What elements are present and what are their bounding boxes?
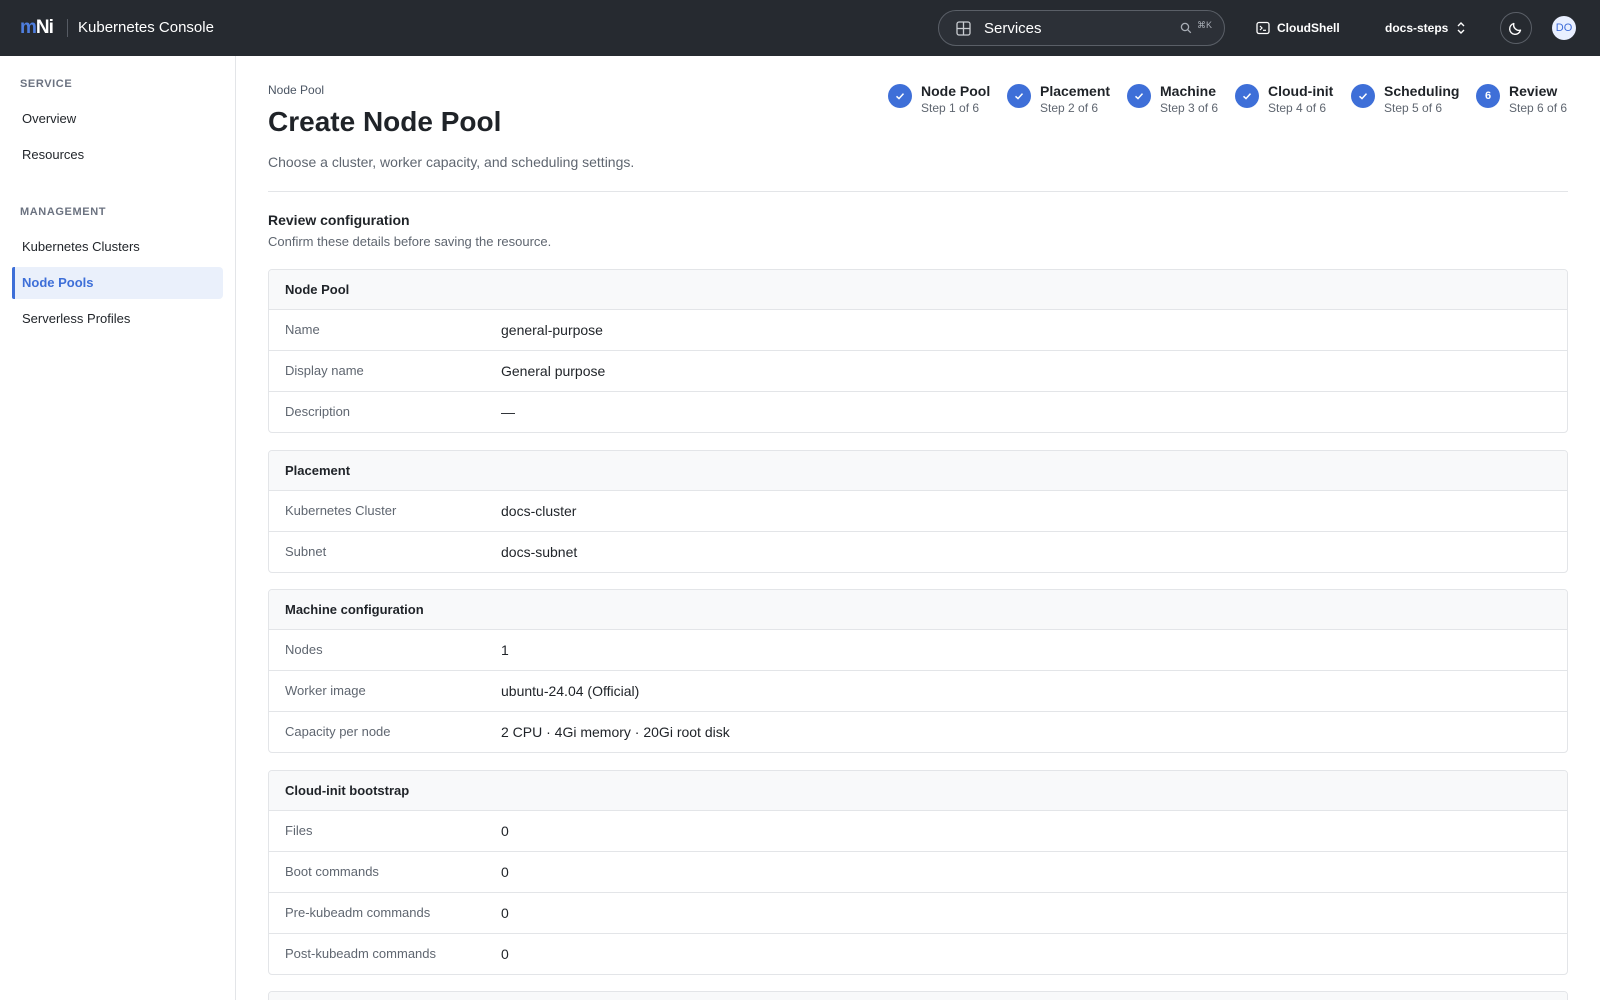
step-label: Placement: [1040, 83, 1111, 99]
wizard-stepper: Node Pool Step 1 of 6 Placement Step 2 o…: [236, 82, 1600, 118]
step-label: Machine: [1160, 83, 1217, 99]
row-value: 2 CPU · 4Gi memory · 20Gi root disk: [501, 724, 730, 740]
sidebar-item-serverless-profiles[interactable]: Serverless Profiles: [12, 303, 223, 335]
sidebar-item-kubernetes-clusters[interactable]: Kubernetes Clusters: [12, 231, 223, 263]
check-icon: [1127, 84, 1151, 108]
service-search[interactable]: Services ⌘K: [938, 10, 1225, 46]
step-sub: Step 5 of 6: [1384, 101, 1443, 115]
cloudshell-label: CloudShell: [1277, 21, 1340, 35]
review-title: Review configuration: [268, 212, 410, 228]
row-value: —: [501, 404, 515, 420]
step-label: Node Pool: [921, 83, 991, 99]
row-label: Kubernetes Cluster: [285, 503, 397, 518]
review-row: Nodes 1: [269, 630, 1567, 671]
review-subtitle: Confirm these details before saving the …: [268, 234, 552, 249]
step-number-badge: 6: [1476, 84, 1500, 108]
review-row: Display name General purpose: [269, 351, 1567, 392]
row-value: 0: [501, 946, 509, 962]
row-label: Post-kubeadm commands: [285, 946, 437, 961]
card-title: Node Pool: [269, 270, 1567, 310]
grid-icon: [956, 21, 971, 36]
brand-logo[interactable]: m Ni: [20, 17, 54, 39]
row-value: General purpose: [501, 363, 606, 379]
moon-icon: [1508, 22, 1522, 36]
review-card-placement: Placement Kubernetes Cluster docs-cluste…: [268, 450, 1568, 573]
sidebar-item-overview[interactable]: Overview: [12, 103, 223, 135]
row-value: 1: [501, 642, 509, 658]
row-label: Files: [285, 823, 313, 838]
review-row: Worker image ubuntu-24.04 (Official): [269, 671, 1567, 712]
review-row: Files 0: [269, 811, 1567, 852]
cloudshell-button[interactable]: CloudShell: [1256, 18, 1340, 38]
row-value: docs-subnet: [501, 544, 578, 560]
logo-n: Ni: [35, 17, 54, 38]
step-sub: Step 6 of 6: [1509, 101, 1568, 115]
row-value: ubuntu-24.04 (Official): [501, 683, 640, 699]
review-row: Boot commands 0: [269, 852, 1567, 893]
search-icon: [1180, 22, 1192, 34]
step-sub: Step 4 of 6: [1268, 101, 1327, 115]
header-divider: [268, 191, 1568, 192]
row-label: Pre-kubeadm commands: [285, 905, 431, 920]
step-label: Review: [1509, 83, 1558, 99]
sidebar-item-node-pools[interactable]: Node Pools: [12, 267, 223, 299]
review-row: Post-kubeadm commands 0: [269, 934, 1567, 974]
project-selector[interactable]: docs-steps: [1385, 18, 1466, 38]
row-label: Display name: [285, 363, 364, 378]
row-label: Boot commands: [285, 864, 379, 879]
card-title: Cloud-init bootstrap: [269, 771, 1567, 811]
review-row: Capacity per node 2 CPU · 4Gi memory · 2…: [269, 712, 1567, 752]
step-sub: Step 3 of 6: [1160, 101, 1219, 115]
theme-toggle-button[interactable]: [1500, 12, 1532, 44]
app-title[interactable]: Kubernetes Console: [78, 18, 214, 38]
project-label: docs-steps: [1385, 21, 1449, 35]
row-value: 0: [501, 864, 509, 880]
row-label: Description: [285, 404, 351, 419]
card-title: Machine configuration: [269, 590, 1567, 630]
sidebar-heading-service: SERVICE: [20, 78, 73, 90]
row-value: docs-cluster: [501, 503, 577, 519]
row-label: Subnet: [285, 544, 327, 559]
check-icon: [1007, 84, 1031, 108]
avatar[interactable]: DO: [1552, 16, 1576, 40]
review-card-node-pool: Node Pool Name general-purpose Display n…: [268, 269, 1568, 433]
sidebar-heading-management: MANAGEMENT: [20, 206, 107, 218]
row-value: general-purpose: [501, 322, 603, 338]
review-row: Subnet docs-subnet: [269, 532, 1567, 572]
row-label: Nodes: [285, 642, 323, 657]
chevrons-updown-icon: [1457, 22, 1465, 34]
check-icon: [1235, 84, 1259, 108]
sidebar-item-resources[interactable]: Resources: [12, 139, 223, 171]
step-sub: Step 2 of 6: [1040, 101, 1099, 115]
row-label: Capacity per node: [285, 724, 391, 739]
step-label: Scheduling: [1384, 83, 1460, 99]
row-label: Worker image: [285, 683, 366, 698]
card-title: Placement: [269, 451, 1567, 491]
logo-divider: [67, 19, 68, 37]
page-subtitle: Choose a cluster, worker capacity, and s…: [268, 154, 635, 170]
check-icon: [1351, 84, 1375, 108]
review-card-machine-configuration: Machine configuration Nodes 1 Worker ima…: [268, 589, 1568, 753]
review-card-cloud-init: Cloud-init bootstrap Files 0 Boot comman…: [268, 770, 1568, 975]
review-row: Kubernetes Cluster docs-cluster: [269, 491, 1567, 532]
search-input[interactable]: Services: [984, 19, 1042, 39]
step-label: Cloud-init: [1268, 83, 1334, 99]
logo-m: m: [20, 17, 37, 38]
search-shortcut: ⌘K: [1197, 20, 1213, 30]
row-value: 0: [501, 905, 509, 921]
top-bar: m Ni Kubernetes Console Services ⌘K Cloud…: [0, 0, 1600, 56]
review-row: Description —: [269, 392, 1567, 432]
card-title-next: [269, 992, 1567, 1000]
sidebar: SERVICE Overview Resources MANAGEMENT Ku…: [0, 56, 236, 1000]
review-row: Name general-purpose: [269, 310, 1567, 351]
review-card-next: [268, 991, 1568, 1000]
row-value: 0: [501, 823, 509, 839]
terminal-icon: [1256, 21, 1270, 35]
step-sub: Step 1 of 6: [921, 101, 980, 115]
review-row: Pre-kubeadm commands 0: [269, 893, 1567, 934]
row-label: Name: [285, 322, 320, 337]
main-content: Node Pool Create Node Pool Choose a clus…: [236, 56, 1600, 1000]
check-icon: [888, 84, 912, 108]
